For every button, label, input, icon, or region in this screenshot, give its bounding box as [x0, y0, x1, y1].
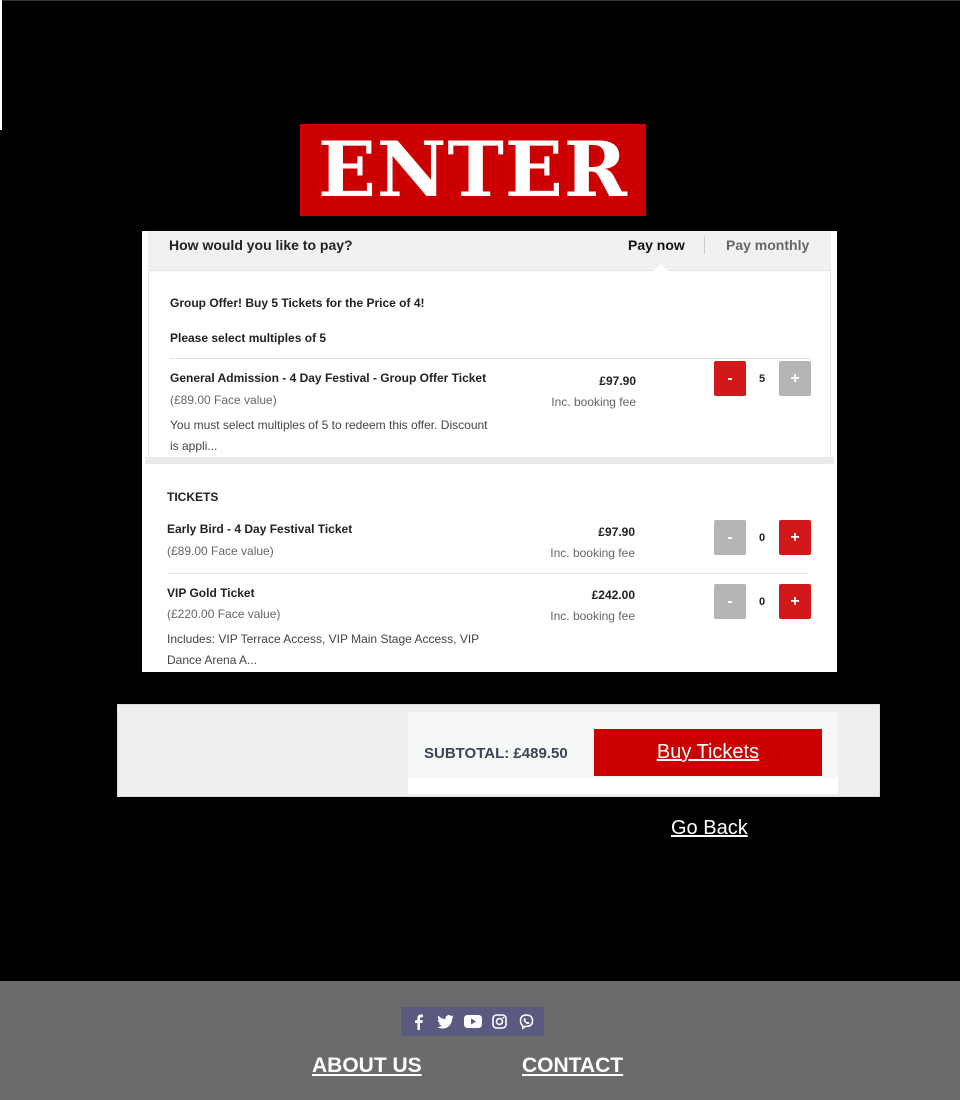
- ticket-description-line: Dance Arena A...: [167, 653, 258, 667]
- decrease-quantity-button[interactable]: -: [714, 361, 746, 396]
- twitter-icon[interactable]: [435, 1012, 457, 1032]
- ticket-description: You must select multiples of 5 to redeem…: [170, 415, 500, 457]
- checkout-bar: SUBTOTAL: £489.50 Buy Tickets: [117, 704, 880, 797]
- group-offer-title: Group Offer! Buy 5 Tickets for the Price…: [170, 296, 425, 310]
- quantity-value: 0: [758, 596, 766, 608]
- corner-line: [0, 0, 2, 130]
- enter-logo: ENTER: [300, 124, 646, 216]
- tickets-heading: TICKETS: [167, 490, 219, 504]
- ticket-description-line: You must select multiples of 5 to redeem…: [170, 418, 488, 432]
- buy-tickets-button[interactable]: Buy Tickets: [594, 729, 822, 776]
- go-back-link[interactable]: Go Back: [671, 817, 748, 840]
- ticket-description: Includes: VIP Terrace Access, VIP Main S…: [167, 629, 507, 671]
- quantity-value: 5: [758, 373, 766, 385]
- tab-pay-now[interactable]: Pay now: [628, 237, 685, 253]
- ticket-booking-fee: Inc. booking fee: [550, 546, 635, 560]
- ticket-face-value: (£89.00 Face value): [167, 544, 274, 558]
- subtotal: SUBTOTAL: £489.50: [424, 745, 568, 762]
- ticket-description-line: Includes: VIP Terrace Access, VIP Main S…: [167, 632, 480, 646]
- ticket-face-value: (£89.00 Face value): [170, 393, 277, 407]
- ticket-price: £242.00: [591, 588, 635, 602]
- social-icons: [401, 1007, 544, 1036]
- group-offer-section: Group Offer! Buy 5 Tickets for the Price…: [148, 271, 831, 457]
- payment-question: How would you like to pay?: [169, 237, 353, 253]
- decrease-quantity-button[interactable]: -: [714, 584, 746, 619]
- contact-link[interactable]: CONTACT: [522, 1054, 623, 1078]
- facebook-icon[interactable]: [408, 1012, 430, 1032]
- ticket-booking-fee: Inc. booking fee: [550, 609, 635, 623]
- decrease-quantity-button[interactable]: -: [714, 520, 746, 555]
- increase-quantity-button[interactable]: +: [779, 520, 811, 555]
- divider: [167, 573, 809, 574]
- payment-header: How would you like to pay? Pay now Pay m…: [148, 231, 831, 272]
- ticket-description-line: is appli...: [170, 439, 218, 453]
- viber-icon[interactable]: [516, 1012, 538, 1032]
- youtube-icon[interactable]: [462, 1012, 484, 1032]
- quantity-value: 0: [758, 532, 766, 544]
- ticket-face-value: (£220.00 Face value): [167, 607, 281, 621]
- ticket-panel: How would you like to pay? Pay now Pay m…: [142, 231, 837, 672]
- ticket-price: £97.90: [599, 374, 636, 388]
- checkout-summary-footer: [408, 778, 838, 794]
- ticket-booking-fee: Inc. booking fee: [551, 395, 636, 409]
- ticket-name: VIP Gold Ticket: [167, 586, 255, 600]
- ticket-name: Early Bird - 4 Day Festival Ticket: [167, 522, 353, 536]
- ticket-name: General Admission - 4 Day Festival - Gro…: [170, 371, 487, 385]
- divider: [170, 358, 810, 359]
- tab-separator: [704, 236, 705, 254]
- top-edge-line: [0, 0, 960, 1]
- increase-quantity-button[interactable]: +: [779, 361, 811, 396]
- increase-quantity-button[interactable]: +: [779, 584, 811, 619]
- instagram-icon[interactable]: [489, 1012, 511, 1032]
- about-us-link[interactable]: ABOUT US: [312, 1054, 422, 1078]
- group-offer-note: Please select multiples of 5: [170, 331, 327, 345]
- logo-text: ENTER: [317, 125, 629, 214]
- ticket-price: £97.90: [598, 525, 635, 539]
- section-divider-band: [145, 457, 834, 464]
- footer: ABOUT US CONTACT: [0, 981, 960, 1100]
- tab-pay-monthly[interactable]: Pay monthly: [726, 237, 809, 253]
